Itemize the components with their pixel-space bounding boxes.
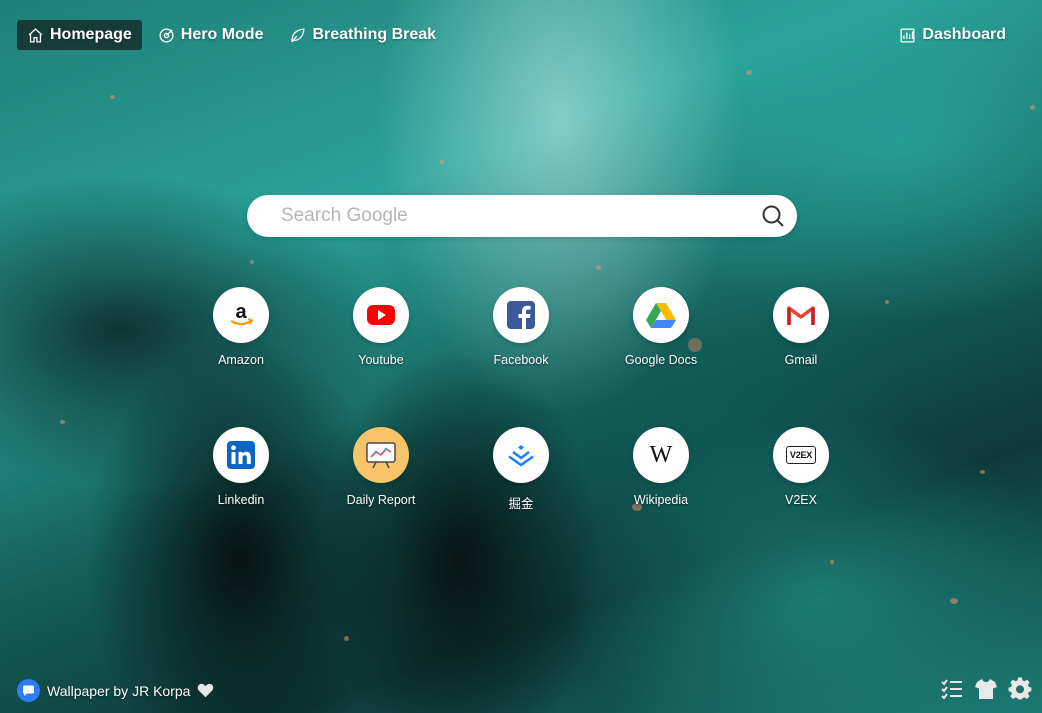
gmail-icon <box>773 287 829 343</box>
footer-tools <box>940 677 1032 701</box>
shortcut-facebook-label: Facebook <box>493 353 549 367</box>
google-drive-icon <box>633 287 689 343</box>
shortcut-juejin-label: 掘金 <box>508 497 534 511</box>
top-nav: Homepage Hero Mode Breathing Break <box>17 20 446 50</box>
amazon-icon: a <box>213 287 269 343</box>
shortcut-linkedin[interactable]: Linkedin <box>171 427 311 507</box>
tab-homepage-label: Homepage <box>50 26 132 43</box>
shortcut-youtube-label: Youtube <box>358 353 404 367</box>
target-icon <box>159 27 174 43</box>
wallpaper-credit-text[interactable]: Wallpaper by JR Korpa <box>47 683 190 699</box>
chat-bubble-icon[interactable] <box>17 679 40 702</box>
shortcut-amazon[interactable]: a Amazon <box>171 287 311 367</box>
search-icon[interactable] <box>761 204 785 228</box>
v2ex-logo-text: V2EX <box>785 446 817 464</box>
linkedin-icon <box>213 427 269 483</box>
shortcut-youtube[interactable]: Youtube <box>311 287 451 367</box>
shortcut-v2ex[interactable]: V2EX V2EX <box>731 427 871 507</box>
heart-icon[interactable] <box>197 683 214 698</box>
shortcut-daily-report[interactable]: Daily Report <box>311 427 451 507</box>
shortcut-gmail[interactable]: Gmail <box>731 287 871 367</box>
wallpaper-credit: Wallpaper by JR Korpa <box>17 679 214 702</box>
shortcut-gmail-label: Gmail <box>784 353 818 367</box>
tab-hero-mode-label: Hero Mode <box>180 26 264 43</box>
shortcut-facebook[interactable]: Facebook <box>451 287 591 367</box>
bar-chart-icon <box>900 27 915 43</box>
tab-hero-mode[interactable]: Hero Mode <box>148 20 274 50</box>
dashboard-label: Dashboard <box>922 26 1006 43</box>
shortcut-amazon-label: Amazon <box>218 353 264 367</box>
home-icon <box>28 27 43 43</box>
youtube-icon <box>353 287 409 343</box>
search-input[interactable] <box>281 195 751 237</box>
shortcut-v2ex-label: V2EX <box>785 493 817 507</box>
tab-breathing-break-label: Breathing Break <box>312 26 437 43</box>
shortcut-google-docs-label: Google Docs <box>624 353 698 367</box>
facebook-icon <box>493 287 549 343</box>
juejin-icon <box>493 427 549 483</box>
wikipedia-logo-text: W <box>649 441 673 468</box>
tshirt-icon[interactable] <box>974 677 998 701</box>
shortcut-wikipedia-label: Wikipedia <box>633 493 689 507</box>
tab-breathing-break[interactable]: Breathing Break <box>279 20 446 50</box>
v2ex-icon: V2EX <box>773 427 829 483</box>
shortcut-linkedin-label: Linkedin <box>217 493 265 507</box>
dashboard-button[interactable]: Dashboard <box>889 20 1016 50</box>
gear-icon[interactable] <box>1008 677 1032 701</box>
shortcut-wikipedia[interactable]: W Wikipedia <box>591 427 731 507</box>
shortcut-juejin[interactable]: 掘金 <box>451 427 591 512</box>
daily-report-icon <box>353 427 409 483</box>
leaf-icon <box>291 27 306 42</box>
wikipedia-icon: W <box>633 427 689 483</box>
svg-text:a: a <box>235 301 247 323</box>
shortcut-google-docs[interactable]: Google Docs <box>591 287 731 367</box>
checklist-icon[interactable] <box>940 677 964 701</box>
search-bar <box>247 195 797 237</box>
tab-homepage[interactable]: Homepage <box>17 20 142 50</box>
shortcut-daily-report-label: Daily Report <box>346 493 416 507</box>
